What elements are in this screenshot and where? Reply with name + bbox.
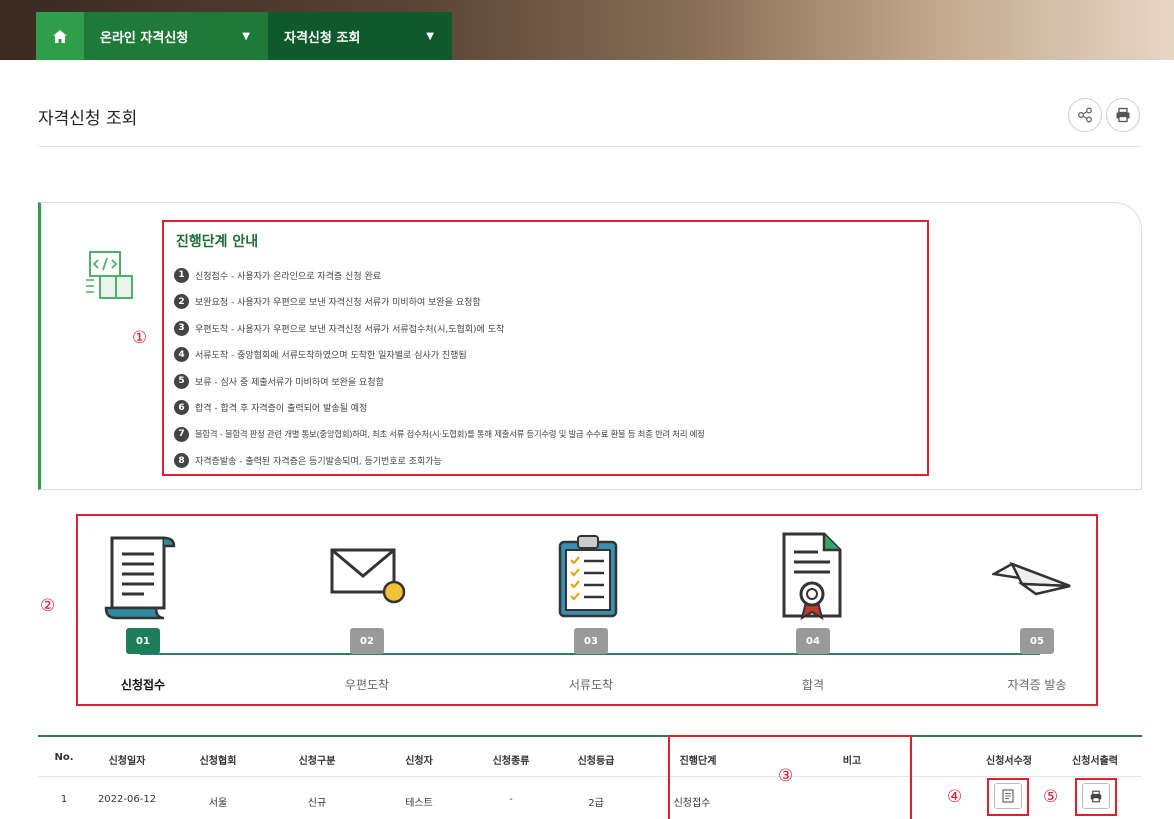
chevron-down-icon: ▼ — [426, 30, 434, 42]
list-item: 1 신청접수 - 사용자가 온라인으로 자격증 신청 완료 — [174, 262, 705, 289]
chevron-down-icon: ▼ — [242, 30, 250, 42]
step-badge-04: 04 — [796, 628, 830, 654]
table-cell-no: 1 — [60, 794, 68, 805]
step-number-badge: 4 — [174, 347, 189, 363]
guide-item-text: 신청접수 - 사용자가 온라인으로 자격증 신청 완료 — [195, 271, 382, 282]
clipboard-checklist-icon — [558, 535, 618, 618]
list-item: 6 합격 - 합격 후 자격증이 출력되어 발송될 예정 — [174, 395, 705, 422]
table-cell-assoc: 서울 — [208, 798, 228, 809]
column-header-kind: 신청종류 — [492, 756, 530, 767]
step-label-01: 신청접수 — [120, 678, 166, 692]
guide-item-text: 자격증발송 - 출력된 자격증은 등기발송되며, 등기번호로 조회가능 — [195, 457, 442, 468]
step-badge-03: 03 — [574, 628, 608, 654]
nav-menu-label: 온라인 자격신청 — [100, 30, 189, 46]
annotation-marker-1: ① — [132, 328, 148, 348]
step-number-badge: 2 — [174, 294, 189, 310]
step-number-badge: 6 — [174, 400, 189, 416]
nav-menu-label: 자격신청 조회 — [284, 30, 361, 46]
print-icon — [1116, 107, 1130, 123]
column-header-date: 신청일자 — [108, 756, 146, 767]
breadcrumb-nav: 온라인 자격신청 ▼ 자격신청 조회 ▼ — [36, 12, 452, 60]
step-label-03: 서류도착 — [568, 678, 614, 692]
step-number-badge: 3 — [174, 320, 189, 336]
list-item: 3 우편도착 - 사용자가 우편으로 보낸 자격신청 서류가 서류접수처(시,도협… — [174, 315, 705, 342]
annotation-marker-3: ③ — [778, 766, 794, 786]
step-badge-01: 01 — [126, 628, 160, 654]
print-application-button[interactable] — [1082, 783, 1110, 809]
column-header-grade: 신청등급 — [577, 756, 615, 767]
column-header-print: 신청서출력 — [1072, 756, 1118, 767]
column-header-applicant: 신청자 — [405, 756, 433, 767]
column-header-assoc: 신청협회 — [199, 756, 237, 767]
home-button[interactable] — [36, 12, 84, 60]
table-cell-grade: 2급 — [588, 798, 604, 809]
guide-item-text: 불합격 - 불합격 판정 관련 개별 통보(중앙협회)하며, 최초 서류 접수처… — [195, 429, 705, 440]
nav-menu-apply-inquiry[interactable]: 자격신청 조회 ▼ — [268, 12, 452, 60]
code-book-icon — [86, 251, 133, 299]
annotation-marker-5: ⑤ — [1043, 787, 1059, 807]
step-number-badge: 1 — [174, 267, 189, 283]
list-item: 4 서류도착 - 중앙협회에 서류도착하였으며 도착한 일자별로 심사가 진행됨 — [174, 342, 705, 369]
guide-item-text: 보류 - 심사 중 제출서류가 미비하여 보완을 요청함 — [195, 377, 384, 388]
table-top-border — [38, 735, 1142, 737]
table-header-divider — [38, 776, 1142, 777]
annotation-marker-2: ② — [40, 596, 56, 616]
table-cell-date: 2022-06-12 — [97, 794, 157, 805]
table-cell-applicant: 테스트 — [405, 798, 433, 809]
print-button[interactable] — [1106, 98, 1140, 132]
list-item: 8 자격증발송 - 출력된 자격증은 등기발송되며, 등기번호로 조회가능 — [174, 448, 705, 475]
guide-list: 1 신청접수 - 사용자가 온라인으로 자격증 신청 완료 2 보완요청 - 사용자… — [174, 262, 705, 474]
step-number-badge: 7 — [174, 426, 189, 442]
column-header-edit: 신청서수정 — [986, 756, 1032, 767]
guide-item-text: 보완요청 - 사용자가 우편으로 보낸 자격신청 서류가 미비하여 보완을 요청… — [195, 298, 481, 309]
step-badge-05: 05 — [1020, 628, 1054, 654]
share-icon — [1078, 107, 1092, 123]
certificate-icon — [782, 532, 842, 620]
table-cell-kind: - — [509, 794, 513, 805]
column-header-type: 신청구분 — [298, 756, 336, 767]
list-item: 2 보완요청 - 사용자가 우편으로 보낸 자격신청 서류가 미비하여 보완을 요… — [174, 289, 705, 316]
list-item: 5 보류 - 심사 중 제출서류가 미비하여 보완을 요청함 — [174, 368, 705, 395]
step-label-04: 합격 — [801, 678, 825, 692]
list-item: 7 불합격 - 불합격 판정 관련 개별 통보(중앙협회)하며, 최초 서류 접수… — [174, 421, 705, 448]
scroll-document-icon — [104, 536, 176, 620]
step-number-badge: 8 — [174, 453, 189, 469]
annotation-marker-4: ④ — [947, 787, 963, 807]
title-divider — [38, 146, 1142, 147]
table-cell-type: 신규 — [307, 798, 327, 809]
page-title: 자격신청 조회 — [38, 109, 138, 129]
home-icon — [53, 29, 67, 43]
step-label-02: 우편도착 — [344, 678, 390, 692]
paper-plane-icon — [992, 561, 1071, 596]
guide-title: 진행단계 안내 — [176, 234, 259, 250]
envelope-icon — [330, 548, 406, 604]
step-number-badge: 5 — [174, 373, 189, 389]
nav-menu-online-apply[interactable]: 온라인 자격신청 ▼ — [84, 12, 268, 60]
guide-item-text: 합격 - 합격 후 자격증이 출력되어 발송될 예정 — [195, 404, 368, 415]
share-button[interactable] — [1068, 98, 1102, 132]
print-icon — [1090, 790, 1102, 802]
column-header-no: No. — [54, 752, 74, 763]
guide-item-text: 서류도착 - 중앙협회에 서류도착하였으며 도착한 일자별로 심사가 진행됨 — [195, 351, 467, 362]
step-badge-02: 02 — [350, 628, 384, 654]
step-label-05: 자격증 발송 — [1007, 678, 1067, 692]
document-edit-icon — [1002, 789, 1014, 803]
guide-item-text: 우편도착 - 사용자가 우편으로 보낸 자격신청 서류가 서류접수처(시,도협회… — [195, 324, 505, 335]
edit-application-button[interactable] — [994, 783, 1022, 809]
